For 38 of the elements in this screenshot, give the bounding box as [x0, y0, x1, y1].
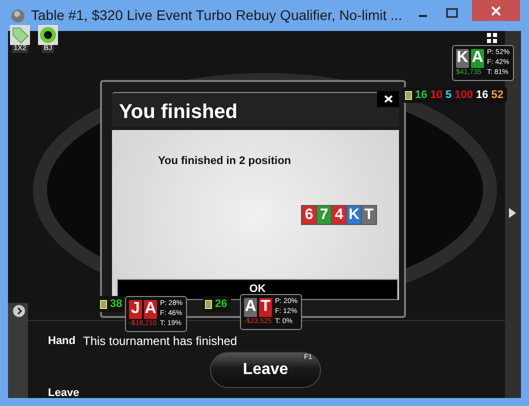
playing-card: 7: [317, 206, 331, 224]
stat-number: 16: [415, 90, 428, 100]
status-square-icon: [100, 300, 107, 308]
dialog-close-button[interactable]: [377, 91, 399, 107]
playing-card: 6: [302, 206, 316, 224]
expand-arrow-icon[interactable]: [509, 208, 516, 218]
window-title: Table #1, $320 Live Event Turbo Rebuy Qualifier, No-limit ...: [31, 6, 402, 25]
chip-icon[interactable]: [38, 25, 58, 45]
playing-card: A: [471, 48, 484, 68]
stat-number: 16: [476, 90, 488, 100]
playing-card: 4: [332, 206, 346, 224]
arrow-right-icon[interactable]: [13, 305, 25, 317]
stat-number: 26: [215, 298, 228, 310]
app-icon: [11, 8, 25, 22]
close-button[interactable]: [472, 0, 520, 21]
status-square-icon: [205, 300, 212, 308]
stat-number: 38: [110, 298, 122, 310]
stat-number: 10: [430, 90, 442, 100]
dialog-message: You finished in 2 position: [158, 154, 292, 169]
stat-number: 5: [446, 90, 452, 100]
grid-icon[interactable]: [487, 33, 497, 43]
status-text: This tournament has finished: [83, 333, 238, 350]
close-icon: [384, 95, 392, 103]
row-label: Hand: [48, 334, 76, 349]
stat-number: 52: [491, 90, 504, 100]
stat-number: 100: [454, 90, 473, 100]
status-square-icon: [405, 90, 412, 100]
playing-card: A: [244, 298, 257, 316]
dialog-title: You finished: [119, 100, 238, 125]
playing-card: K: [456, 48, 469, 68]
playing-card: T: [362, 206, 376, 224]
playing-card: K: [347, 206, 361, 224]
playing-card: J: [129, 300, 142, 318]
close-icon: [491, 6, 501, 16]
playing-card: A: [144, 300, 157, 318]
row-label: Leave: [48, 386, 80, 401]
playing-card: T: [259, 298, 272, 316]
maximize-icon[interactable]: [446, 6, 458, 18]
